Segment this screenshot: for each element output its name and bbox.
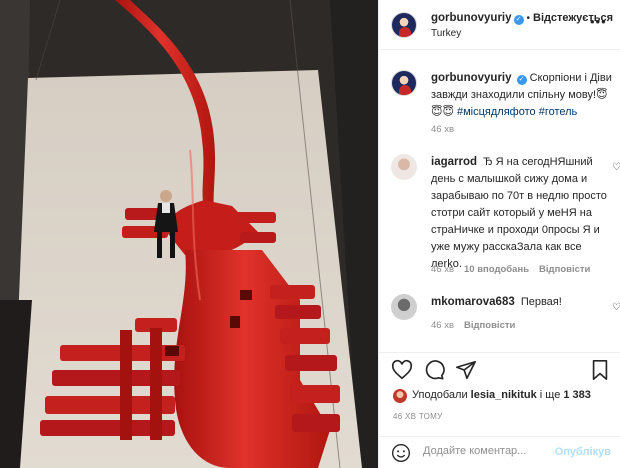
add-comment-bar: Опублікув: [379, 436, 620, 468]
comment-meta: 46 хв Відповісти: [431, 320, 525, 331]
post-header: gorbunovyuriy ✓ • Відстежується Turkey: [379, 0, 620, 50]
publish-button[interactable]: Опублікув: [555, 446, 611, 458]
comment-text: mkomarova683 Первая!: [431, 294, 613, 311]
comment-bubble-icon[interactable]: [423, 359, 445, 381]
comment-likes-count[interactable]: 10 вподобань: [464, 264, 529, 275]
verified-badge-icon: ✓: [516, 75, 527, 85]
comment-username[interactable]: mkomarova683: [431, 296, 515, 308]
liker-avatar[interactable]: [393, 389, 407, 403]
caption-avatar[interactable]: [391, 70, 417, 96]
like-comment-heart-icon[interactable]: ♡: [612, 302, 620, 313]
comment-username[interactable]: iagarrod: [431, 156, 477, 168]
emoji-icon[interactable]: [391, 443, 411, 463]
caption-block: gorbunovyuriy ✓ Скорпіони і Діви завжди з…: [379, 60, 620, 140]
reply-button[interactable]: Відповісти: [539, 264, 590, 275]
commenter-avatar[interactable]: [391, 294, 417, 320]
post-photo[interactable]: [0, 0, 378, 468]
comment-item: iagarrod Ђ Я на сегодНЯшний день с малыш…: [379, 148, 620, 280]
caption-time[interactable]: 46 хв: [431, 124, 454, 135]
likes-count[interactable]: 1 383: [563, 389, 591, 401]
comment-time[interactable]: 46 хв: [431, 320, 454, 331]
red-sculpture-image: [0, 0, 378, 468]
post-timestamp[interactable]: 46 ХВ ТОМУ: [393, 412, 443, 421]
separator-dot: •: [526, 13, 531, 24]
more-options-icon[interactable]: •••: [590, 14, 607, 29]
likes-summary: Уподобали lesia_nikituk і ще 1 383: [412, 389, 591, 401]
hashtag-link[interactable]: #готель: [539, 106, 578, 118]
comment-input[interactable]: [423, 445, 553, 457]
caption-meta: 46 хв: [431, 124, 464, 135]
comment-item: mkomarova683 Первая! ♡ 46 хв Відповісти: [379, 288, 620, 338]
action-bar: Уподобали lesia_nikituk і ще 1 383 46 ХВ…: [379, 352, 620, 464]
header-username[interactable]: gorbunovyuriy: [431, 12, 512, 24]
caption-username[interactable]: gorbunovyuriy: [431, 72, 512, 84]
reply-button[interactable]: Відповісти: [464, 320, 515, 331]
comment-body: Ђ Я на сегодНЯшний день с малышкой сижу …: [431, 156, 607, 270]
hashtag-link[interactable]: #місцядляфото: [457, 106, 536, 118]
commenter-avatar[interactable]: [391, 154, 417, 180]
liker-username[interactable]: lesia_nikituk: [471, 389, 537, 401]
comment-meta: 46 хв 10 вподобань Відповісти: [431, 264, 600, 275]
like-comment-heart-icon[interactable]: ♡: [612, 162, 620, 173]
save-bookmark-icon[interactable]: [589, 359, 611, 381]
comment-time[interactable]: 46 хв: [431, 264, 454, 275]
avatar[interactable]: [391, 12, 417, 38]
comment-text: iagarrod Ђ Я на сегодНЯшний день с малыш…: [431, 154, 613, 273]
caption-text: gorbunovyuriy ✓ Скорпіони і Діви завжди з…: [431, 70, 613, 121]
share-send-icon[interactable]: [455, 359, 477, 381]
verified-badge-icon: ✓: [513, 15, 524, 25]
location-link[interactable]: Turkey: [431, 28, 461, 39]
comment-body: Первая!: [520, 296, 562, 308]
likes-suffix: і ще: [539, 389, 561, 401]
post-sidebar: gorbunovyuriy ✓ • Відстежується Turkey gorb…: [378, 0, 620, 468]
heart-like-icon[interactable]: [391, 359, 413, 381]
likes-prefix: Уподобали: [412, 389, 468, 401]
